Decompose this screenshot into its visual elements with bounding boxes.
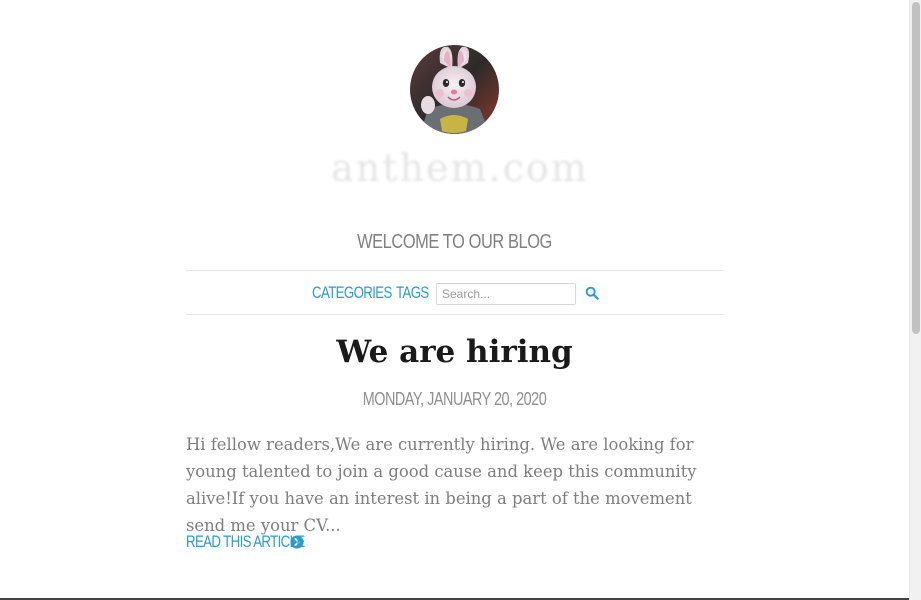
site-logo[interactable]: anthem.com — [330, 148, 590, 188]
search-input[interactable] — [436, 283, 576, 305]
nav-tags-link[interactable]: TAGS — [396, 283, 429, 303]
nav-categories-link[interactable]: CATEGORIES — [312, 283, 392, 303]
bottom-divider — [186, 314, 723, 315]
read-more-link[interactable]: READ THIS ARTICLE — [186, 532, 305, 552]
article-title[interactable]: We are hiring — [186, 332, 723, 372]
top-divider — [186, 270, 723, 271]
read-more-label: READ THIS ARTICLE — [186, 532, 305, 551]
scrollbar-thumb[interactable] — [912, 2, 920, 334]
search-icon — [585, 286, 599, 303]
article-date: MONDAY, JANUARY 20, 2020 — [362, 389, 547, 409]
vertical-scrollbar[interactable] — [909, 0, 921, 600]
search-button[interactable] — [584, 286, 600, 302]
blog-title: WELCOME TO OUR BLOG — [357, 231, 552, 253]
article-excerpt: Hi fellow readers,We are currently hirin… — [186, 435, 697, 535]
main-nav: CATEGORIES TAGS — [186, 280, 723, 306]
avatar[interactable] — [410, 45, 499, 134]
